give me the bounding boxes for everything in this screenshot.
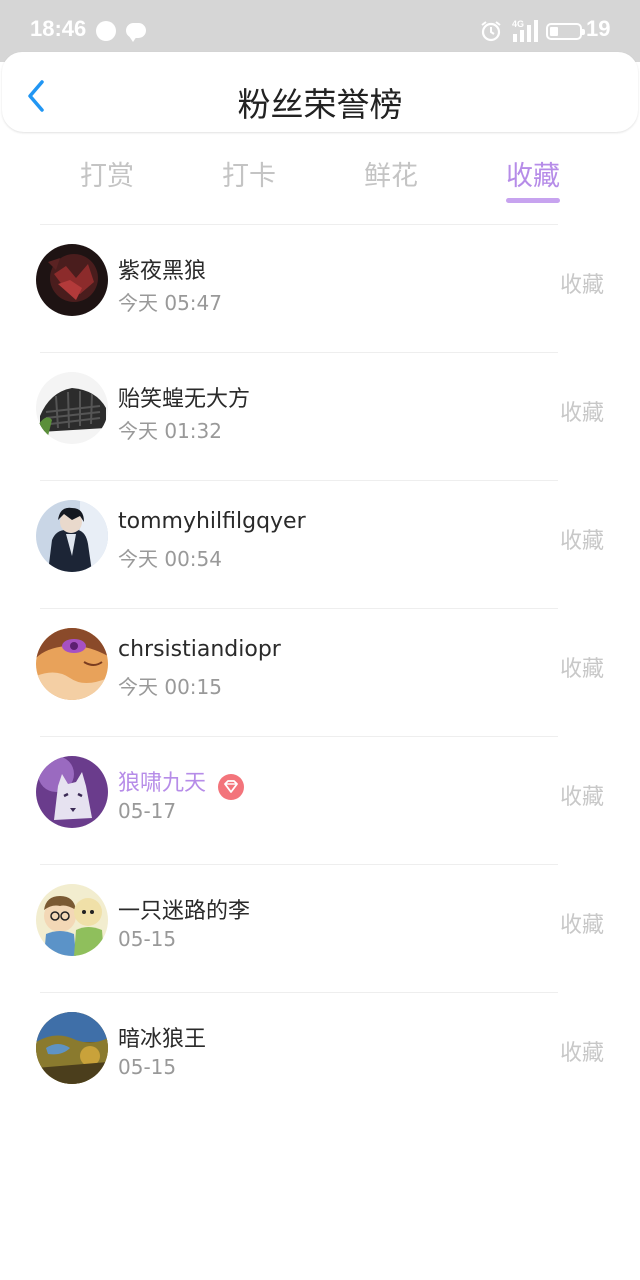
divider [40,992,558,993]
divider [40,352,558,353]
action-label: 收藏 [559,785,604,810]
action-label: 收藏 [559,273,604,298]
user-name: chrsistiandiopr [118,637,281,662]
user-time: 05-15 [118,1055,177,1079]
user-time: 05-17 [118,799,177,823]
battery-icon [546,23,585,40]
user-time: 今天 00:15 [118,675,222,699]
user-time: 今天 05:47 [118,291,222,315]
battery-level: 19 [586,16,611,41]
list-item[interactable]: 狼啸九天 05-17 收藏 [0,736,640,864]
avatar[interactable] [36,1012,108,1084]
action-label: 收藏 [559,529,604,554]
diamond-badge-icon [218,774,244,800]
tab-bar: 打赏 打卡 鲜花 收藏 [0,140,640,208]
status-time: 18:46 [30,16,87,41]
tab-checkin[interactable]: 打卡 [189,154,309,193]
user-time: 05-15 [118,927,177,951]
avatar[interactable] [36,244,108,316]
tab-reward[interactable]: 打赏 [47,154,167,193]
list-item[interactable]: 贻笑蝗无大方 今天 01:32 收藏 [0,352,640,480]
user-name: 狼啸九天 [118,771,207,796]
user-name: 一只迷路的李 [118,899,251,924]
action-label: 收藏 [559,1041,604,1066]
list-item[interactable]: 一只迷路的李 05-15 收藏 [0,864,640,992]
avatar[interactable] [36,756,108,828]
divider [40,224,558,225]
signal-icon [513,20,538,42]
user-name: 暗冰狼王 [118,1027,207,1052]
user-time: 今天 00:54 [118,547,222,571]
divider [40,608,558,609]
avatar[interactable] [36,500,108,572]
divider [40,864,558,865]
action-label: 收藏 [559,657,604,682]
list-item[interactable]: chrsistiandiopr 今天 00:15 收藏 [0,608,640,736]
action-label: 收藏 [559,913,604,938]
divider [40,480,558,481]
page-title: 粉丝荣誉榜 [237,85,403,124]
user-name: 紫夜黑狼 [118,259,207,284]
action-label: 收藏 [559,401,604,426]
notification-dot-icon [96,21,116,41]
tab-flowers[interactable]: 鲜花 [331,154,451,193]
fan-list: 紫夜黑狼 今天 05:47 收藏 贻笑蝗无大方 今天 01:32 收藏 tomm… [0,224,640,1120]
active-tab-indicator [506,198,560,203]
user-name: 贻笑蝗无大方 [118,387,251,412]
avatar[interactable] [36,372,108,444]
title-bar: 粉丝荣誉榜 [2,52,638,132]
divider [40,736,558,737]
user-time: 今天 01:32 [118,419,222,443]
list-item[interactable]: 紫夜黑狼 今天 05:47 收藏 [0,224,640,352]
avatar[interactable] [36,884,108,956]
user-name: tommyhilfilgqyer [118,509,306,534]
tab-favorites[interactable]: 收藏 [473,154,593,193]
list-item[interactable]: 暗冰狼王 05-15 收藏 [0,992,640,1120]
alarm-icon [481,21,501,42]
avatar[interactable] [36,628,108,700]
chat-bubble-icon [126,23,146,42]
list-item[interactable]: tommyhilfilgqyer 今天 00:54 收藏 [0,480,640,608]
